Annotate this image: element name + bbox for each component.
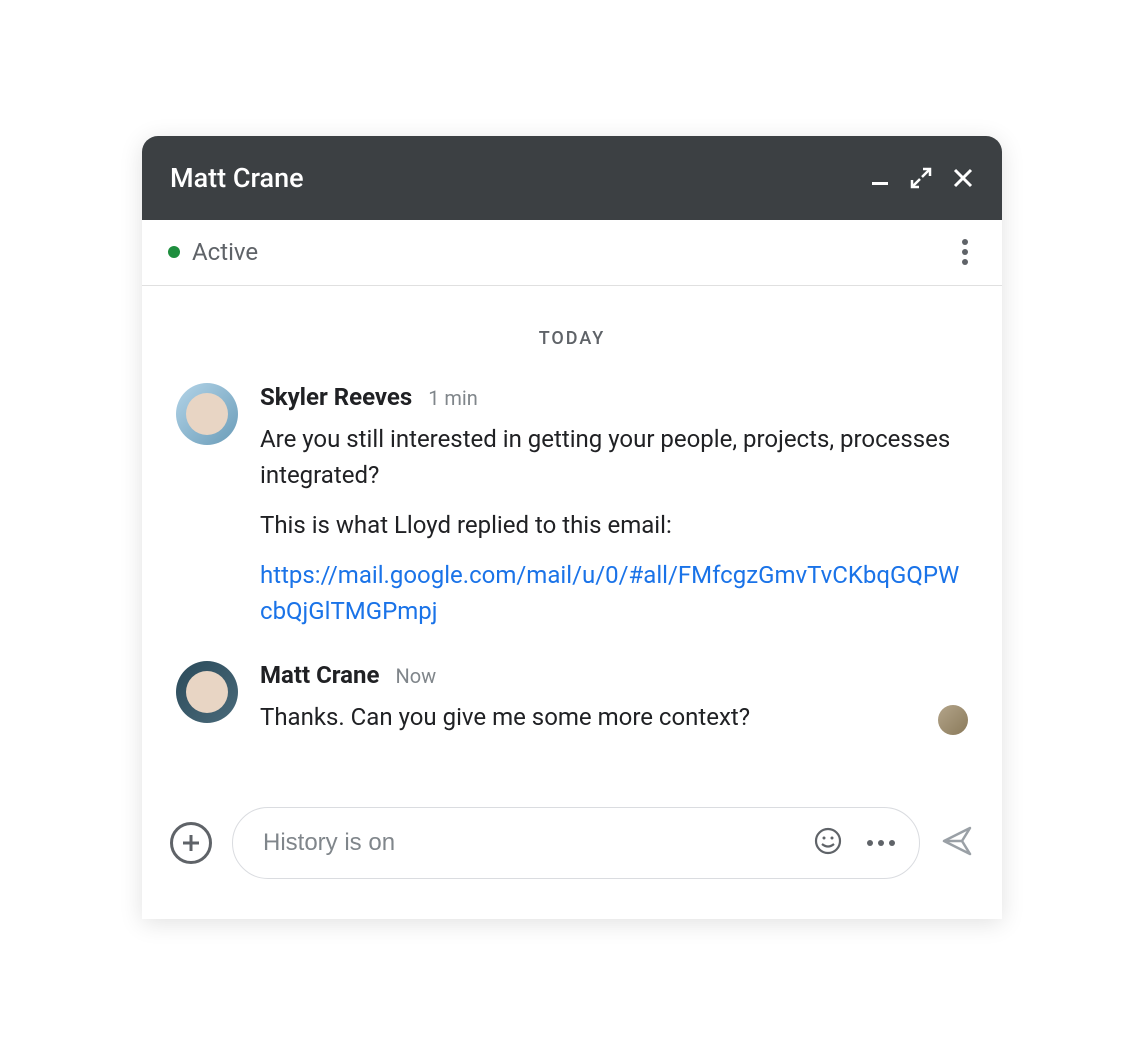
message: Matt Crane Now Thanks. Can you give me s…: [176, 661, 968, 735]
avatar[interactable]: [176, 383, 238, 445]
minimize-icon[interactable]: [870, 168, 890, 188]
chat-title: Matt Crane: [170, 162, 304, 194]
more-compose-icon[interactable]: [867, 840, 895, 846]
chat-window: Matt Crane Active: [142, 136, 1002, 919]
compose-input[interactable]: [263, 829, 813, 857]
message: Skyler Reeves 1 min Are you still intere…: [176, 383, 968, 629]
avatar[interactable]: [176, 661, 238, 723]
message-content: Thanks. Can you give me some more contex…: [260, 699, 968, 735]
compose-bar: [142, 807, 1002, 919]
chat-header: Matt Crane: [142, 136, 1002, 220]
presence-dot: [168, 246, 180, 258]
date-separator: TODAY: [176, 328, 968, 349]
more-options-icon[interactable]: [954, 227, 976, 277]
status-bar: Active: [142, 220, 1002, 286]
read-receipt-avatar: [938, 705, 968, 735]
message-timestamp: Now: [395, 664, 436, 688]
sender-name: Skyler Reeves: [260, 383, 412, 411]
expand-icon[interactable]: [910, 167, 932, 189]
message-paragraph: Thanks. Can you give me some more contex…: [260, 699, 968, 735]
header-controls: [870, 167, 974, 189]
close-icon[interactable]: [952, 167, 974, 189]
message-link[interactable]: https://mail.google.com/mail/u/0/#all/FM…: [260, 561, 959, 625]
messages-area: TODAY Skyler Reeves 1 min Are you still …: [142, 286, 1002, 807]
emoji-icon[interactable]: [813, 826, 843, 860]
message-paragraph: Are you still interested in getting your…: [260, 421, 968, 493]
message-paragraph: This is what Lloyd replied to this email…: [260, 507, 968, 543]
sender-name: Matt Crane: [260, 661, 379, 689]
compose-input-wrap: [232, 807, 920, 879]
message-content: Are you still interested in getting your…: [260, 421, 968, 629]
send-button[interactable]: [940, 824, 974, 862]
presence-text: Active: [192, 238, 258, 266]
add-attachment-button[interactable]: [170, 822, 212, 864]
message-timestamp: 1 min: [428, 386, 478, 410]
